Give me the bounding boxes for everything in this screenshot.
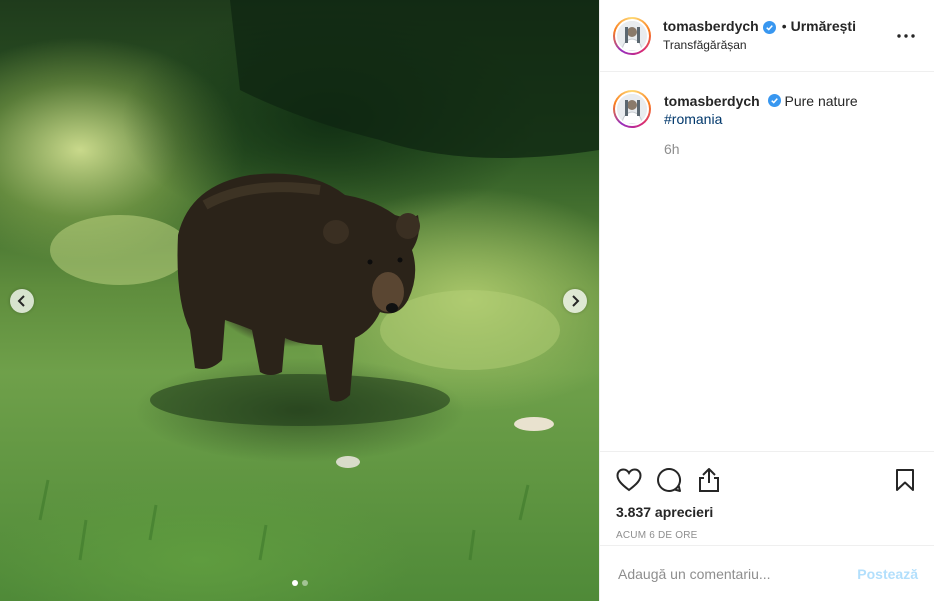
more-options-icon (897, 33, 915, 38)
verified-badge-icon (767, 94, 781, 107)
following-button[interactable]: Urmărești (791, 18, 856, 36)
post-comment-button[interactable]: Postează (857, 566, 918, 582)
like-count[interactable]: 3.837 aprecieri (616, 504, 918, 520)
post-age: ACUM 6 DE ORE (616, 530, 698, 541)
instagram-post: tomasberdych • Urmărești Transfăgărășan (0, 0, 934, 601)
profile-photo-icon (617, 94, 647, 124)
comment-input[interactable] (616, 564, 858, 583)
post-actions: 3.837 aprecieri ACUM 6 DE ORE (600, 451, 934, 545)
separator-dot: • (781, 18, 787, 35)
caption-avatar[interactable] (613, 90, 651, 128)
caption-text: Pure nature (784, 93, 858, 109)
post-details-panel: tomasberdych • Urmărești Transfăgărășan (599, 0, 934, 601)
caption: tomasberdych Pure nature #romania 6h (613, 90, 918, 158)
post-header: tomasberdych • Urmărești Transfăgărășan (600, 0, 934, 72)
chevron-left-icon (17, 295, 25, 307)
save-button[interactable] (892, 467, 918, 493)
heart-icon (616, 468, 642, 492)
more-options-button[interactable] (894, 24, 918, 48)
chevron-right-icon (572, 295, 580, 307)
share-button[interactable] (696, 467, 722, 493)
bear-photo (38, 0, 599, 561)
comments-area: tomasberdych Pure nature #romania 6h (600, 72, 934, 451)
verified-badge-icon (762, 20, 776, 34)
caption-timestamp: 6h (664, 141, 680, 157)
next-slide-button[interactable] (563, 289, 587, 313)
caption-username[interactable]: tomasberdych (664, 93, 760, 109)
avatar[interactable] (613, 16, 651, 55)
comment-icon (657, 467, 682, 492)
profile-photo-icon (617, 20, 647, 51)
carousel-dot-active (291, 580, 298, 586)
username[interactable]: tomasberdych (663, 18, 759, 36)
location-link[interactable]: Transfăgărășan (663, 38, 894, 53)
carousel-dot (301, 580, 308, 586)
carousel-indicator (0, 580, 599, 586)
add-comment-section: Postează (600, 545, 934, 601)
previous-slide-button[interactable] (10, 289, 34, 313)
share-icon (699, 468, 719, 492)
like-button[interactable] (616, 467, 642, 493)
hashtag-link[interactable]: #romania (664, 111, 722, 127)
bookmark-icon (896, 469, 914, 491)
comment-button[interactable] (656, 467, 682, 493)
post-photo[interactable] (0, 0, 599, 601)
